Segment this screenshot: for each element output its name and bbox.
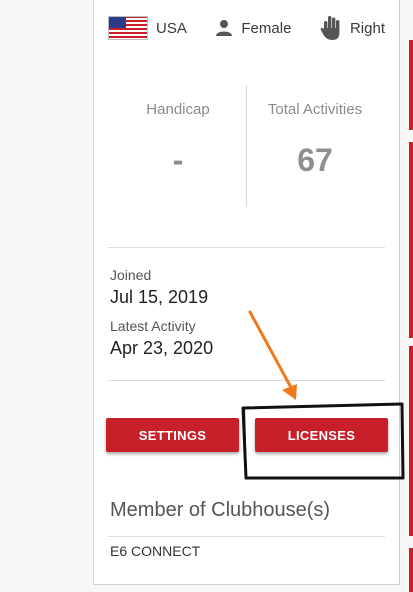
clubhouse-title: Member of Clubhouse(s) <box>110 499 331 521</box>
gender-info: Female <box>215 19 291 37</box>
right-accent-2 <box>409 142 413 338</box>
right-accent-4 <box>409 548 413 592</box>
divider-middle <box>108 380 385 381</box>
divider-clubhouse <box>108 536 385 537</box>
activities-stat: Total Activities 67 <box>247 85 383 207</box>
clubhouse-item[interactable]: E6 CONNECT <box>110 543 200 559</box>
latest-activity-label: Latest Activity <box>110 318 196 334</box>
settings-button[interactable]: SETTINGS <box>106 418 239 452</box>
joined-label: Joined <box>110 267 152 283</box>
handicap-label: Handicap <box>146 101 210 118</box>
profile-card: USA Female Right Handicap - Total Activi… <box>93 0 400 585</box>
divider-top <box>108 247 385 248</box>
gender-label: Female <box>241 19 292 37</box>
stats-panel: Handicap - Total Activities 67 <box>110 85 383 207</box>
country-label: USA <box>156 19 187 37</box>
hand-icon <box>320 16 340 40</box>
right-accent-1 <box>409 40 413 130</box>
country-info: USA <box>108 16 187 40</box>
handicap-stat: Handicap - <box>110 85 246 207</box>
joined-value: Jul 15, 2019 <box>110 287 209 307</box>
latest-activity-value: Apr 23, 2020 <box>110 338 214 358</box>
us-flag-icon <box>108 16 148 40</box>
person-icon <box>216 20 233 36</box>
profile-info-row: USA Female Right <box>108 15 385 41</box>
activities-value: 67 <box>297 142 333 178</box>
handedness-label: Right <box>349 19 385 37</box>
handicap-value: - <box>172 142 184 178</box>
activities-label: Total Activities <box>267 101 363 118</box>
licenses-button[interactable]: LICENSES <box>255 418 388 452</box>
right-accent-3 <box>409 346 413 536</box>
handedness-info: Right <box>320 15 385 41</box>
